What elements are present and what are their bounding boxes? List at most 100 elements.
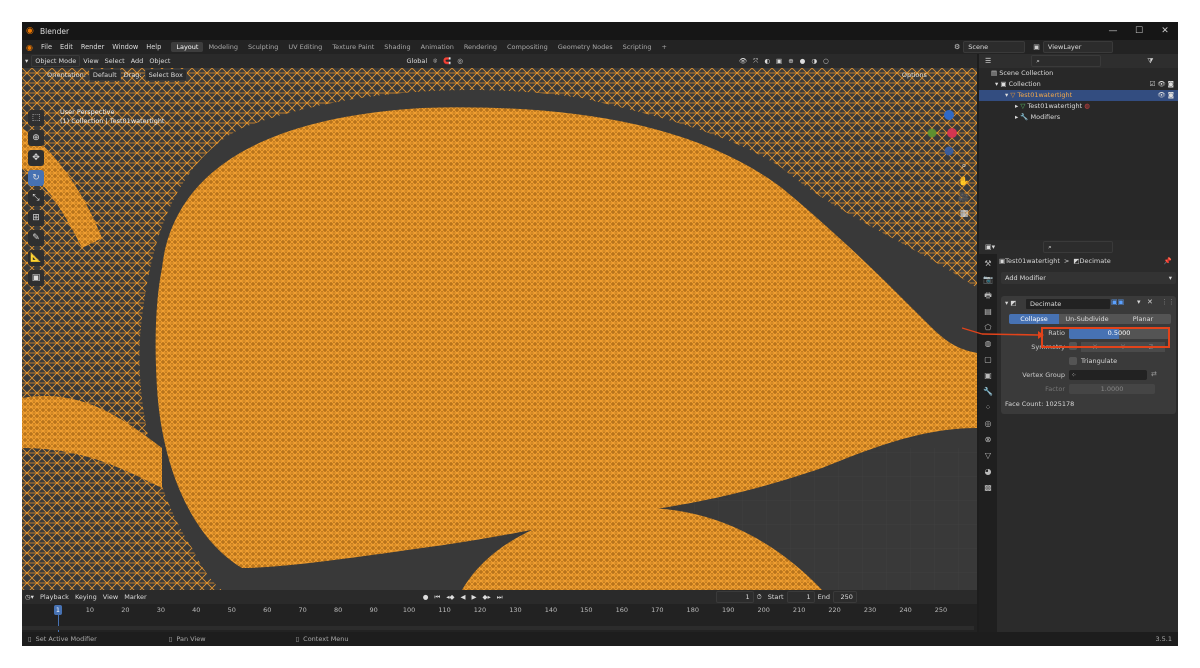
visibility-icon[interactable]: 👁 <box>736 57 750 65</box>
next-key-icon[interactable]: ◆▸ <box>480 593 494 601</box>
outliner-collection[interactable]: ▾ ▣ Collection ☑ 👁 ◙ <box>979 79 1178 90</box>
outliner-object-test01[interactable]: ▾ ▽ Test01watertight 👁 ◙ <box>979 90 1178 101</box>
shading-material-icon[interactable]: ◑ <box>808 57 820 65</box>
timeline-editor-icon[interactable]: ◷▾ <box>22 593 37 601</box>
add-modifier-dropdown[interactable]: Add Modifier ▾ <box>1001 272 1176 284</box>
filter-icon[interactable]: ⧩ <box>1147 57 1153 66</box>
snap-icon[interactable]: 🧲 <box>440 57 454 65</box>
physics-tab-icon[interactable]: ◎ <box>982 418 994 430</box>
end-frame-field[interactable]: 250 <box>832 591 857 603</box>
remove-modifier-icon[interactable]: ✕ <box>1147 298 1153 306</box>
shading-wire-icon[interactable]: ⊕ <box>785 57 796 65</box>
play-reverse-icon[interactable]: ◀ <box>458 593 469 601</box>
3d-viewport[interactable]: User Perspective (1) Collection | Test01… <box>22 68 977 590</box>
tab-uv-editing[interactable]: UV Editing <box>283 42 327 52</box>
menu-view[interactable]: View <box>80 57 101 65</box>
visibility-eye-icon[interactable]: 👁 ◙ <box>1157 90 1174 101</box>
vertex-group-field[interactable]: ⁘ <box>1069 370 1147 380</box>
gizmo-toggle-icon[interactable]: ⤧ <box>750 57 761 66</box>
proportional-icon[interactable]: ◎ <box>454 57 466 65</box>
prev-key-icon[interactable]: ◂◆ <box>443 593 457 601</box>
outliner-search-icon[interactable]: ⌕ <box>1031 55 1102 67</box>
menu-select[interactable]: Select <box>102 57 128 65</box>
add-cube-icon[interactable]: ▣ <box>28 270 44 286</box>
jump-start-icon[interactable]: ⏮ <box>431 593 443 602</box>
record-icon[interactable]: ● <box>420 593 432 601</box>
shading-solid-icon[interactable]: ● <box>797 57 809 65</box>
modifier-tab-icon[interactable]: 🔧 <box>982 386 994 398</box>
drag-handle-icon[interactable]: ⋮⋮ <box>1161 298 1175 306</box>
show-in-viewport-icon[interactable]: ▣▣ <box>1111 298 1124 306</box>
constraints-tab-icon[interactable]: ⊗ <box>982 434 994 446</box>
outliner-mesh-data[interactable]: ▸ ▽ Test01watertight ◍ <box>979 101 1178 112</box>
material-tab-icon[interactable]: ◕ <box>982 466 994 478</box>
menu-playback[interactable]: Playback <box>37 593 72 601</box>
menu-help[interactable]: Help <box>142 43 165 51</box>
scene-name-field[interactable]: Scene <box>963 41 1026 53</box>
play-icon[interactable]: ▶ <box>469 593 480 601</box>
menu-timeline-view[interactable]: View <box>100 593 121 601</box>
pivot-icon[interactable]: ⌾ <box>430 57 440 66</box>
invert-icon[interactable]: ⇄ <box>1151 370 1157 378</box>
object-tab-icon[interactable]: ▣ <box>982 370 994 382</box>
output-tab-icon[interactable]: 🖶 <box>982 290 994 302</box>
triangulate-checkbox[interactable] <box>1069 357 1077 365</box>
grid-view-icon[interactable]: ▦ <box>958 208 970 220</box>
cursor-icon[interactable]: ⊕ <box>28 130 44 146</box>
editor-type-icon[interactable]: ▾ <box>22 57 31 65</box>
close-icon[interactable]: ✕ <box>1152 22 1178 40</box>
tab-layout[interactable]: Layout <box>171 42 204 52</box>
menu-window[interactable]: Window <box>108 43 142 51</box>
add-workspace-icon[interactable]: + <box>657 42 672 52</box>
render-tab-icon[interactable]: 📷 <box>982 274 994 286</box>
viewlayer-field[interactable]: ViewLayer <box>1042 41 1113 53</box>
tab-texture-paint[interactable]: Texture Paint <box>327 42 379 52</box>
xray-icon[interactable]: ▣ <box>773 57 785 65</box>
options-dropdown[interactable]: Options <box>899 71 930 79</box>
factor-slider[interactable]: 1.0000 <box>1069 384 1155 394</box>
rotate-icon[interactable]: ↻ <box>28 170 44 186</box>
jump-end-icon[interactable]: ⏭ <box>494 593 506 602</box>
transform-orientation-dropdown[interactable]: Global <box>403 57 430 65</box>
tab-scripting[interactable]: Scripting <box>618 42 657 52</box>
zoom-icon[interactable]: ⌕ <box>958 160 970 172</box>
view-layer-tab-icon[interactable]: ▤ <box>982 306 994 318</box>
overlay-icon[interactable]: ◐ <box>761 57 773 65</box>
camera-icon[interactable]: 🎥 <box>958 192 970 204</box>
modifier-name-field[interactable]: Decimate <box>1025 298 1111 310</box>
scale-icon[interactable]: ⤡ <box>28 190 44 206</box>
stopwatch-icon[interactable]: ⏱ <box>754 593 765 602</box>
minimize-icon[interactable]: — <box>1100 22 1126 40</box>
blender-menu-icon[interactable]: ◉ <box>22 43 37 52</box>
select-box-icon[interactable]: ⬚ <box>28 110 44 126</box>
current-frame-field[interactable]: 1 <box>715 591 754 603</box>
move-icon[interactable]: ✥ <box>28 150 44 166</box>
transform-icon[interactable]: ⊞ <box>28 210 44 226</box>
timeline-scrollbar[interactable] <box>22 626 974 630</box>
panel-collapse-icon[interactable]: ▾ ◩ <box>1005 299 1016 307</box>
tab-compositing[interactable]: Compositing <box>502 42 553 52</box>
data-tab-icon[interactable]: ▽ <box>982 450 994 462</box>
shading-rendered-icon[interactable]: ○ <box>820 57 832 65</box>
properties-editor-icon[interactable]: ▣▾ <box>985 243 995 251</box>
tab-shading[interactable]: Shading <box>379 42 415 52</box>
start-frame-field[interactable]: 1 <box>786 591 815 603</box>
tab-rendering[interactable]: Rendering <box>459 42 502 52</box>
mode-dropdown[interactable]: Object Mode <box>31 55 81 67</box>
collection-tab-icon[interactable]: ▢ <box>982 354 994 366</box>
tab-animation[interactable]: Animation <box>416 42 459 52</box>
menu-keying[interactable]: Keying <box>72 593 100 601</box>
axis-gizmo[interactable] <box>922 108 962 158</box>
menu-add[interactable]: Add <box>128 57 147 65</box>
tab-modeling[interactable]: Modeling <box>203 42 243 52</box>
texture-tab-icon[interactable]: ▩ <box>982 482 994 494</box>
annotate-icon[interactable]: ✎ <box>28 230 44 246</box>
outliner-editor-icon[interactable]: ☰ <box>985 57 991 65</box>
tab-sculpting[interactable]: Sculpting <box>243 42 283 52</box>
mode-planar-button[interactable]: Planar <box>1115 314 1171 324</box>
outliner-modifiers[interactable]: ▸ 🔧 Modifiers <box>979 112 1178 123</box>
outliner-scene-collection[interactable]: ▤ Scene Collection <box>979 68 1178 79</box>
measure-icon[interactable]: 📐 <box>28 250 44 266</box>
menu-object[interactable]: Object <box>146 57 173 65</box>
visibility-eye-icon[interactable]: ☑ 👁 ◙ <box>1149 79 1174 90</box>
